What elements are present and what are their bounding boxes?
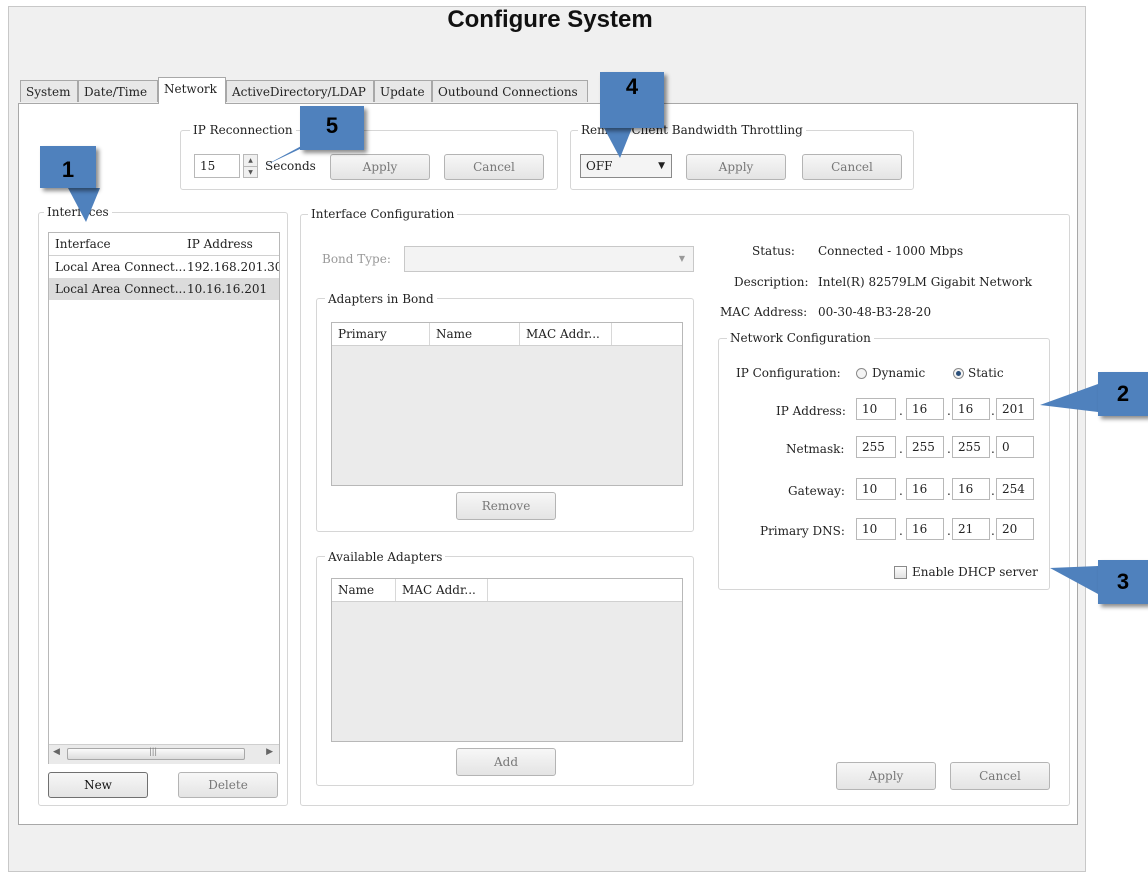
callout-4: 4 [600, 72, 664, 128]
callout-4-pointer [604, 128, 632, 158]
callout-5: 5 [300, 106, 364, 150]
callout-1: 1 [40, 146, 96, 188]
callout-2: 2 [1098, 372, 1148, 416]
callout-2-pointer [1040, 384, 1098, 412]
callout-pointers [68, 128, 1098, 594]
callout-3-pointer [1050, 566, 1098, 594]
callout-3: 3 [1098, 560, 1148, 604]
callout-1-pointer [68, 188, 100, 222]
